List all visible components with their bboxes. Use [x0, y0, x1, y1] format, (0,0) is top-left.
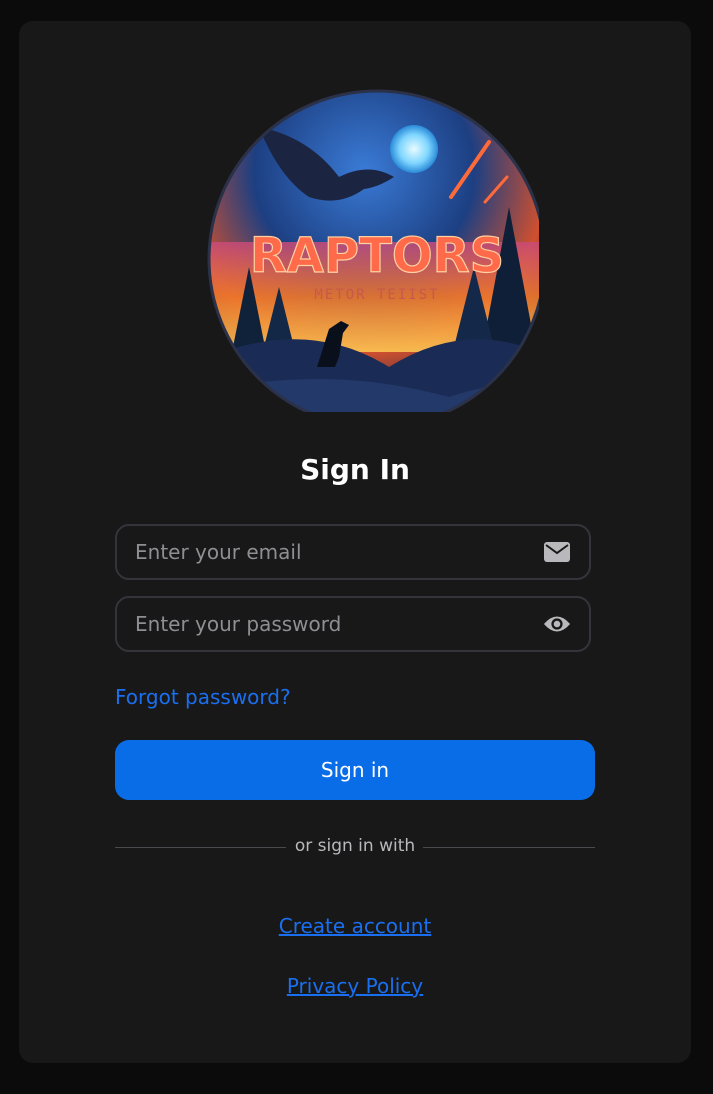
page-title: Sign In	[300, 453, 410, 486]
logo-title-text: RAPTORS	[250, 228, 504, 284]
password-field-container	[115, 596, 591, 652]
email-field-container	[115, 524, 591, 580]
forgot-password-link[interactable]: Forgot password?	[115, 685, 291, 709]
email-input[interactable]	[135, 526, 515, 578]
eye-icon[interactable]	[543, 611, 571, 637]
divider: or sign in with	[115, 835, 595, 861]
raptors-logo: RAPTORS METOR TEIIST	[189, 67, 547, 429]
divider-label: or sign in with	[294, 836, 416, 856]
logo-subtitle-text: METOR TEIIST	[314, 287, 439, 303]
sign-in-card: RAPTORS METOR TEIIST Sign In Forgot pass…	[19, 21, 691, 1063]
privacy-policy-link[interactable]: Privacy Policy	[19, 974, 691, 998]
password-input[interactable]	[135, 598, 515, 650]
mail-icon	[543, 539, 571, 565]
create-account-link[interactable]: Create account	[19, 914, 691, 938]
divider-line-right	[423, 847, 595, 848]
sign-in-button[interactable]: Sign in	[115, 740, 595, 800]
